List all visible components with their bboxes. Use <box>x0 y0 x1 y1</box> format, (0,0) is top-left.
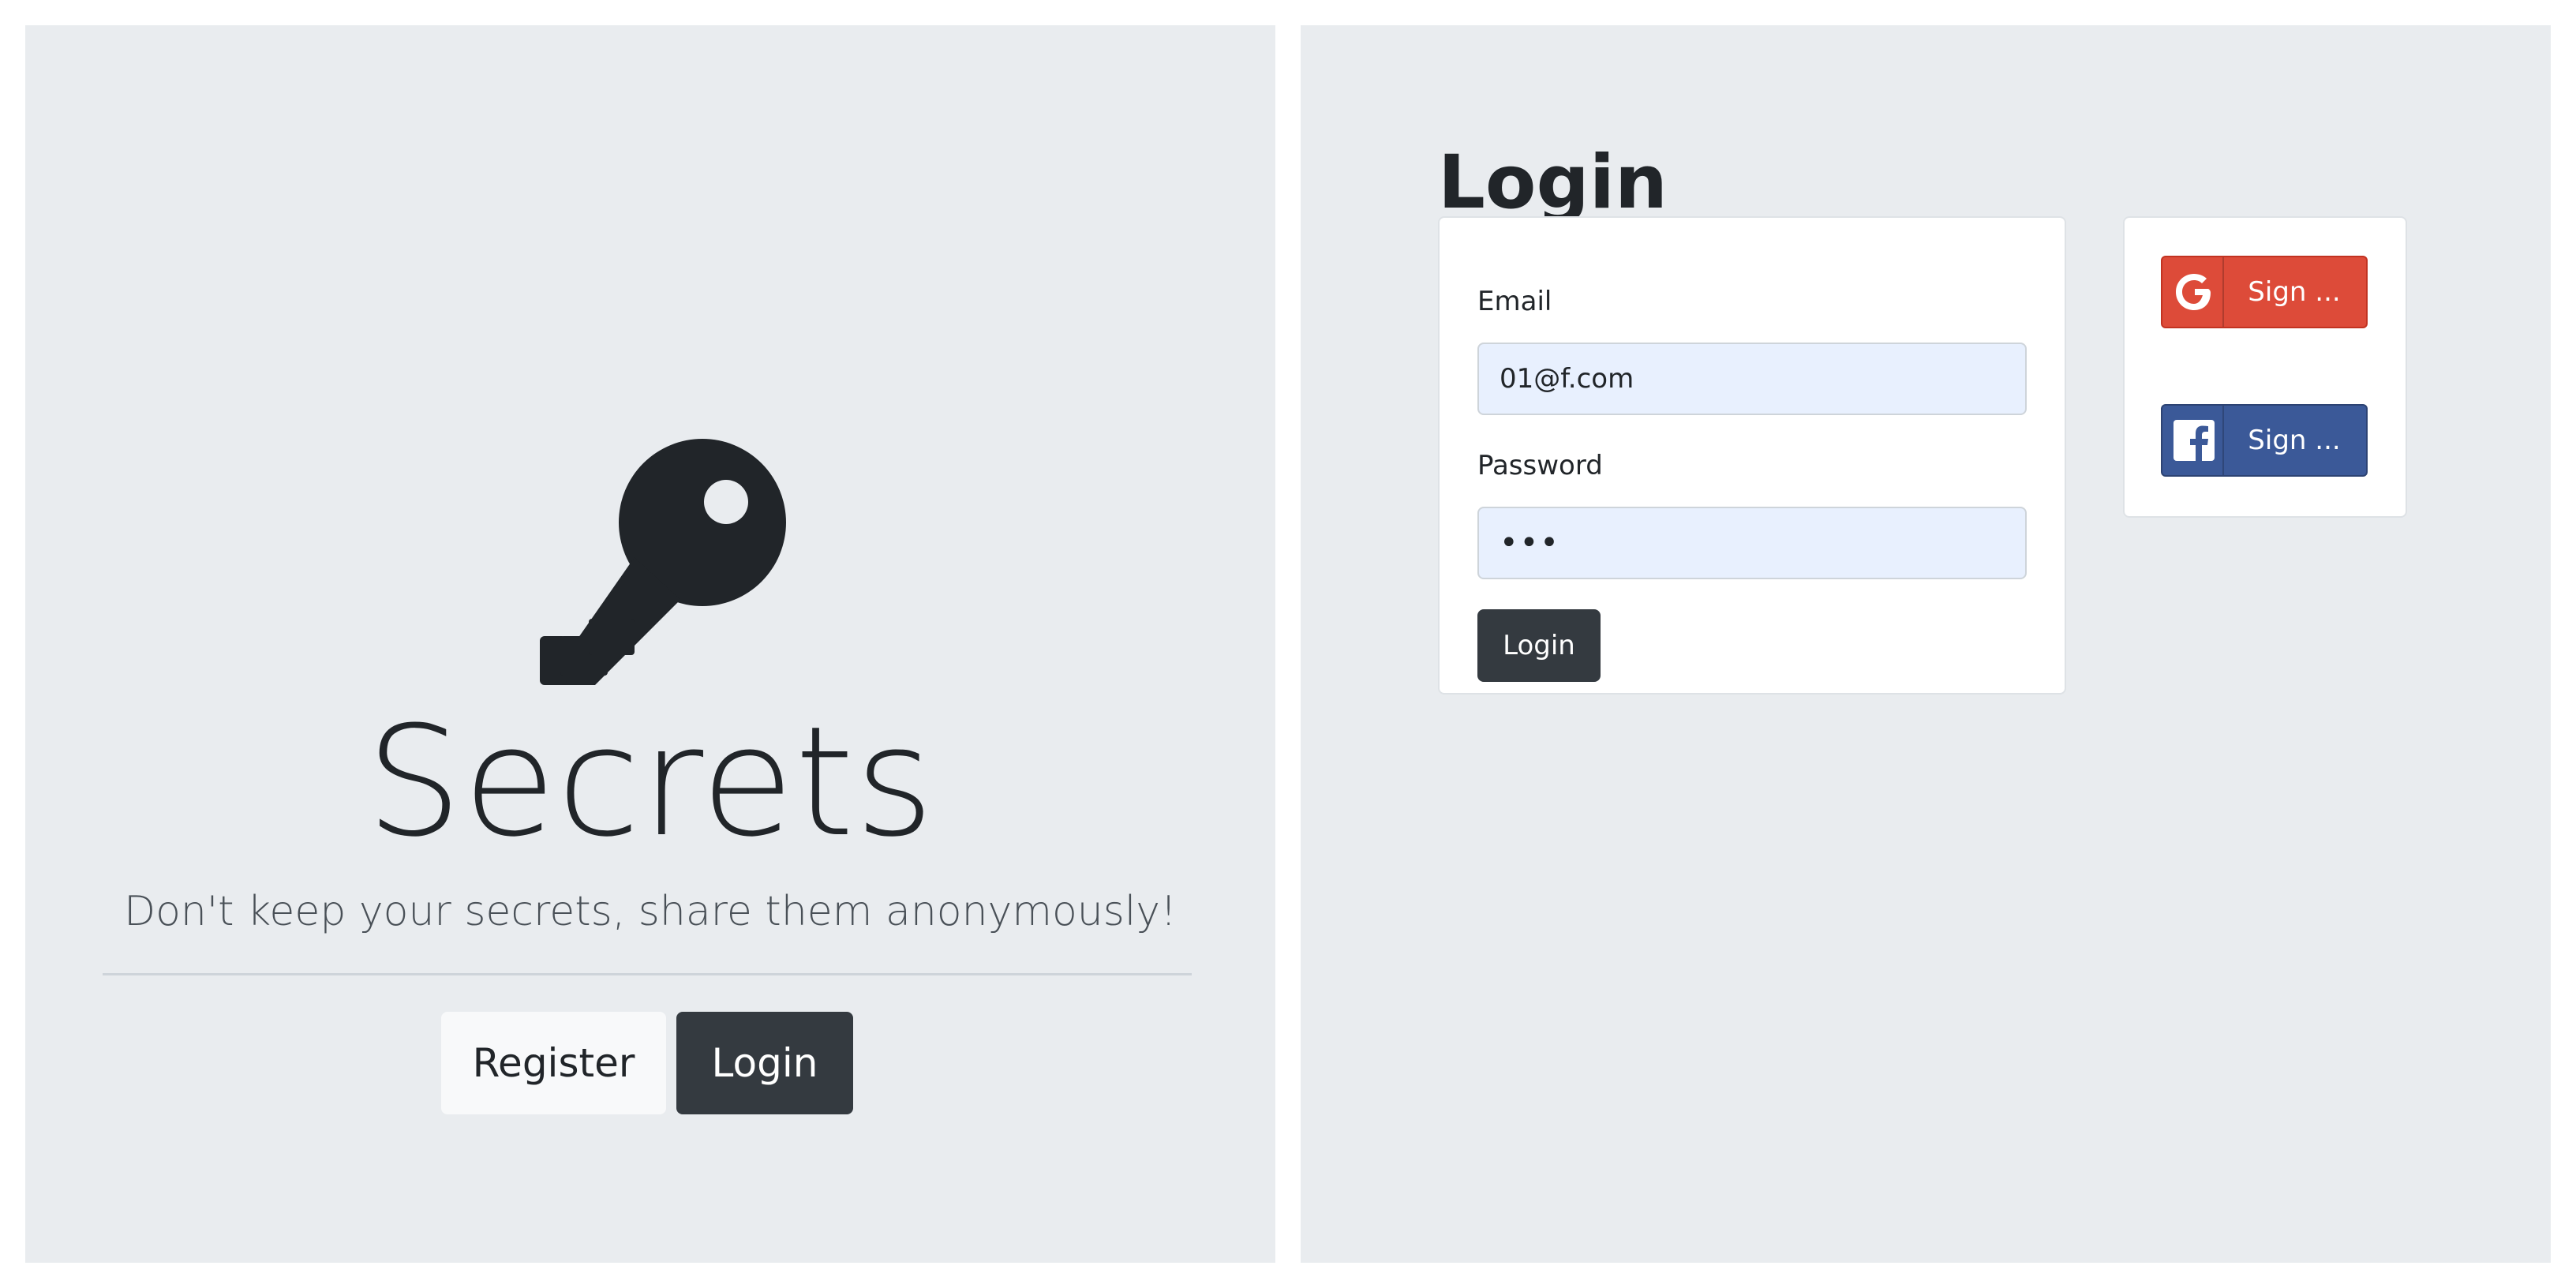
key-icon <box>540 439 786 685</box>
login-panel: Login Email 01@f.com Password ••• Login … <box>1301 25 2551 1263</box>
facebook-icon <box>2174 420 2215 461</box>
tagline: Don't keep your secrets, share them anon… <box>124 888 1177 935</box>
google-sign-in-button[interactable]: Sign ... <box>2161 256 2368 328</box>
divider <box>103 973 1192 975</box>
google-icon-box <box>2162 257 2224 327</box>
home-panel: Secrets Don't keep your secrets, share t… <box>25 25 1275 1263</box>
password-label: Password <box>1477 450 1603 481</box>
password-field[interactable]: ••• <box>1477 507 2027 579</box>
register-button[interactable]: Register <box>441 1012 666 1114</box>
login-submit-button[interactable]: Login <box>1477 609 1601 682</box>
app-title: Secrets <box>365 695 935 871</box>
google-sign-in-label: Sign ... <box>2248 276 2341 308</box>
facebook-sign-in-button[interactable]: Sign ... <box>2161 404 2368 477</box>
email-label: Email <box>1477 286 1552 317</box>
email-field[interactable]: 01@f.com <box>1477 343 2027 415</box>
login-button[interactable]: Login <box>676 1012 853 1114</box>
facebook-sign-in-label: Sign ... <box>2248 425 2341 456</box>
login-form-card: Email 01@f.com Password ••• Login <box>1438 216 2066 695</box>
social-login-card: Sign ... Sign ... <box>2123 216 2407 518</box>
google-icon <box>2176 274 2211 310</box>
facebook-icon-box <box>2162 406 2224 475</box>
